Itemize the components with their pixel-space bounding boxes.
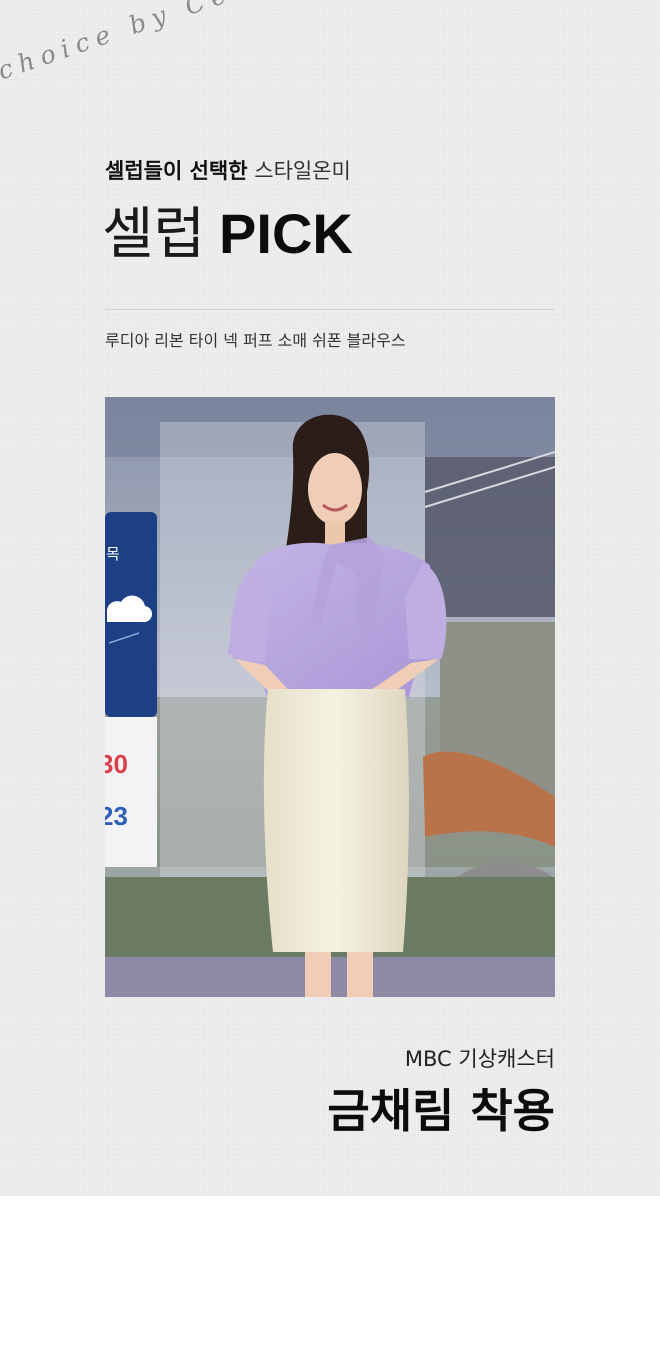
divider bbox=[105, 309, 555, 310]
caption-title: 금채림 착용 bbox=[327, 1084, 555, 1138]
celeb-pick-panel: choice by Celebrities 셀럽들이 선택한 스타일온미 셀럽 P… bbox=[0, 0, 660, 1196]
section-title: 셀럽 PICK bbox=[102, 196, 353, 273]
subtitle-brand: 스타일온미 bbox=[254, 159, 351, 183]
caption-subtitle: MBC 기상캐스터 bbox=[404, 1047, 555, 1071]
weather-card-label: 목 bbox=[106, 545, 120, 563]
title-english: PICK bbox=[219, 202, 353, 265]
script-tagline: choice by Celebrities bbox=[0, 0, 395, 86]
celebrity-photo: 목 30 23 bbox=[105, 397, 555, 997]
celebrity-photo-illustration: 목 30 23 bbox=[105, 397, 555, 997]
left-leg bbox=[305, 952, 331, 997]
temp-high: 30 bbox=[105, 749, 128, 779]
product-name: 루디아 리본 타이 넥 퍼프 소매 쉬폰 블라우스 bbox=[105, 331, 406, 350]
skirt bbox=[263, 689, 409, 952]
face bbox=[308, 453, 362, 525]
section-subtitle: 셀럽들이 선택한 스타일온미 bbox=[105, 155, 351, 185]
weather-card-lower bbox=[105, 717, 157, 867]
stadium-roof bbox=[425, 457, 555, 617]
temp-low: 23 bbox=[105, 801, 128, 831]
subtitle-bold: 셀럽들이 선택한 bbox=[105, 159, 248, 183]
right-leg bbox=[347, 952, 373, 997]
title-korean: 셀럽 bbox=[102, 202, 206, 267]
